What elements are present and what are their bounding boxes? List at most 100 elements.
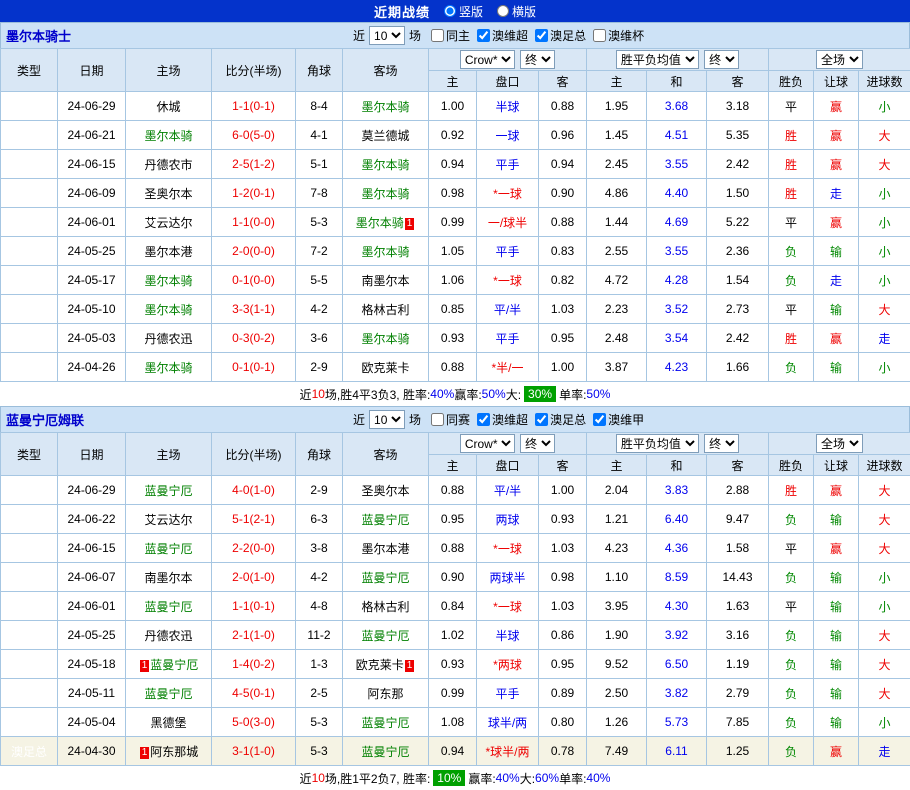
scope-select[interactable]: 全场 [816, 50, 863, 69]
away-team[interactable]: 格林古利 [343, 295, 429, 324]
home-team[interactable]: 丹德农市 [126, 150, 212, 179]
home-team[interactable]: 墨尔本港 [126, 237, 212, 266]
home-team[interactable]: 1阿东那城 [126, 737, 212, 766]
away-team[interactable]: 圣奥尔本 [343, 476, 429, 505]
match-score[interactable]: 3-1(1-0) [212, 737, 296, 766]
away-team[interactable]: 蓝曼宁厄 [343, 563, 429, 592]
home-team[interactable]: 墨尔本骑 [126, 266, 212, 295]
euro-odds-time-select[interactable]: 终 [704, 434, 739, 453]
away-team[interactable]: 蓝曼宁厄 [343, 708, 429, 737]
euro-odds-time-select[interactable]: 终 [704, 50, 739, 69]
match-score[interactable]: 6-0(5-0) [212, 121, 296, 150]
home-team[interactable]: 黑德堡 [126, 708, 212, 737]
filter-checkbox[interactable] [431, 413, 444, 426]
away-team[interactable]: 欧克莱卡1 [343, 650, 429, 679]
match-score[interactable]: 0-1(0-0) [212, 266, 296, 295]
home-team[interactable]: 艾云达尔 [126, 505, 212, 534]
match-count-select[interactable]: 10 [369, 26, 405, 45]
away-team[interactable]: 墨尔本骑 [343, 237, 429, 266]
layout-radio-横版[interactable]: 横版 [497, 3, 536, 20]
match-score[interactable]: 3-3(1-1) [212, 295, 296, 324]
match-score[interactable]: 2-0(0-0) [212, 237, 296, 266]
home-team[interactable]: 艾云达尔 [126, 208, 212, 237]
home-team[interactable]: 墨尔本骑 [126, 295, 212, 324]
filter-checkbox[interactable] [593, 413, 606, 426]
asia-odds-time-select[interactable]: 终 [520, 434, 555, 453]
filter-澳维杯[interactable]: 澳维杯 [593, 27, 644, 44]
home-team[interactable]: 蓝曼宁厄 [126, 592, 212, 621]
asia-odds-time-select[interactable]: 终 [520, 50, 555, 69]
filter-checkbox[interactable] [535, 413, 548, 426]
away-team[interactable]: 南墨尔本 [343, 266, 429, 295]
away-team[interactable]: 莫兰德城 [343, 121, 429, 150]
team-name: 丹德农迅 [144, 332, 192, 346]
filter-澳维甲[interactable]: 澳维甲 [593, 411, 644, 428]
match-score[interactable]: 0-3(0-2) [212, 324, 296, 353]
match-score[interactable]: 2-0(1-0) [212, 563, 296, 592]
filter-checkbox[interactable] [535, 29, 548, 42]
asia-home-odds: 0.93 [429, 650, 477, 679]
home-team[interactable]: 墨尔本骑 [126, 121, 212, 150]
euro-odds-select[interactable]: 胜平负均值 [616, 50, 699, 69]
match-score[interactable]: 1-1(0-1) [212, 592, 296, 621]
away-team[interactable]: 墨尔本骑 [343, 150, 429, 179]
home-team[interactable]: 蓝曼宁厄 [126, 679, 212, 708]
filter-澳维超[interactable]: 澳维超 [477, 27, 528, 44]
away-team[interactable]: 墨尔本骑 [343, 92, 429, 121]
euro-odds-select[interactable]: 胜平负均值 [616, 434, 699, 453]
match-score[interactable]: 4-5(0-1) [212, 679, 296, 708]
result-wdl: 平 [769, 534, 814, 563]
corner-score: 4-2 [296, 295, 343, 324]
match-count-select[interactable]: 10 [369, 410, 405, 429]
away-team[interactable]: 欧克莱卡 [343, 353, 429, 382]
match-score[interactable]: 1-4(0-2) [212, 650, 296, 679]
match-score[interactable]: 0-1(0-1) [212, 353, 296, 382]
away-team[interactable]: 墨尔本骑 [343, 324, 429, 353]
scope-select[interactable]: 全场 [816, 434, 863, 453]
match-score[interactable]: 2-5(1-2) [212, 150, 296, 179]
away-team[interactable]: 格林古利 [343, 592, 429, 621]
match-score[interactable]: 2-2(0-0) [212, 534, 296, 563]
away-team[interactable]: 墨尔本港 [343, 534, 429, 563]
home-team[interactable]: 蓝曼宁厄 [126, 476, 212, 505]
filter-澳足总[interactable]: 澳足总 [535, 411, 586, 428]
filter-同赛[interactable]: 同赛 [431, 411, 470, 428]
away-team[interactable]: 墨尔本骑 [343, 179, 429, 208]
home-team[interactable]: 蓝曼宁厄 [126, 534, 212, 563]
home-team[interactable]: 休城 [126, 92, 212, 121]
away-team[interactable]: 墨尔本骑1 [343, 208, 429, 237]
match-score[interactable]: 5-1(2-1) [212, 505, 296, 534]
radio-input[interactable] [497, 5, 509, 17]
away-team[interactable]: 蓝曼宁厄 [343, 505, 429, 534]
match-score[interactable]: 4-0(1-0) [212, 476, 296, 505]
home-team[interactable]: 南墨尔本 [126, 563, 212, 592]
match-score[interactable]: 1-1(0-1) [212, 92, 296, 121]
bookmaker-select[interactable]: Crow* [460, 434, 515, 453]
bookmaker-select[interactable]: Crow* [460, 50, 515, 69]
filter-checkbox[interactable] [593, 29, 606, 42]
filter-澳维超[interactable]: 澳维超 [477, 411, 528, 428]
filter-checkbox[interactable] [431, 29, 444, 42]
team-name: 蓝曼宁厄 [144, 687, 192, 701]
home-team[interactable]: 墨尔本骑 [126, 353, 212, 382]
corner-score: 3-6 [296, 324, 343, 353]
card-badge: 1 [405, 218, 415, 230]
away-team[interactable]: 蓝曼宁厄 [343, 737, 429, 766]
filter-checkbox[interactable] [477, 29, 490, 42]
home-team[interactable]: 圣奥尔本 [126, 179, 212, 208]
home-team[interactable]: 1蓝曼宁厄 [126, 650, 212, 679]
team-name: 墨尔本港 [361, 542, 409, 556]
filter-同主[interactable]: 同主 [431, 27, 470, 44]
away-team[interactable]: 蓝曼宁厄 [343, 621, 429, 650]
filter-checkbox[interactable] [477, 413, 490, 426]
match-score[interactable]: 2-1(1-0) [212, 621, 296, 650]
away-team[interactable]: 阿东那 [343, 679, 429, 708]
layout-radio-竖版[interactable]: 竖版 [444, 3, 483, 20]
match-score[interactable]: 1-1(0-0) [212, 208, 296, 237]
match-score[interactable]: 5-0(3-0) [212, 708, 296, 737]
match-score[interactable]: 1-2(0-1) [212, 179, 296, 208]
home-team[interactable]: 丹德农迅 [126, 324, 212, 353]
radio-input[interactable] [444, 5, 456, 17]
home-team[interactable]: 丹德农迅 [126, 621, 212, 650]
filter-澳足总[interactable]: 澳足总 [535, 27, 586, 44]
